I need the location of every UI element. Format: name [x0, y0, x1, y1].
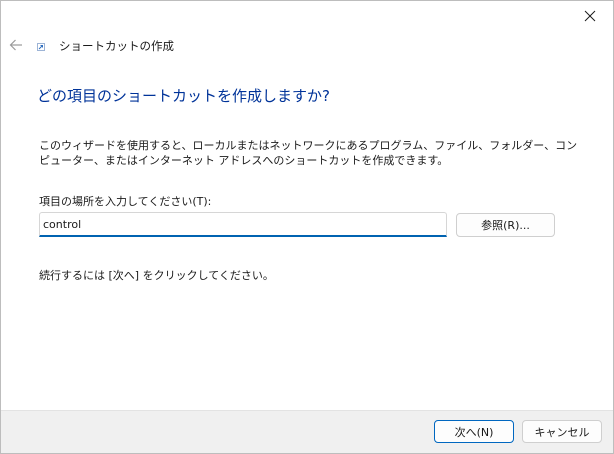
continue-instruction: 続行するには [次へ] をクリックしてください。 [39, 269, 274, 282]
shortcut-wizard-icon [37, 43, 45, 51]
location-field-label: 項目の場所を入力してください(T): [39, 195, 212, 208]
wizard-description: このウィザードを使用すると、ローカルまたはネットワークにあるプログラム、ファイル… [39, 139, 578, 167]
wizard-title: ショートカットの作成 [59, 39, 174, 53]
next-button[interactable]: 次へ(N) [434, 420, 514, 443]
back-button[interactable] [5, 34, 27, 56]
cancel-button[interactable]: キャンセル [522, 420, 602, 443]
close-icon [584, 10, 596, 22]
create-shortcut-window: ショートカットの作成 どの項目のショートカットを作成しますか? このウィザードを… [0, 0, 614, 454]
browse-button[interactable]: 参照(R)... [456, 213, 555, 237]
wizard-footer: 次へ(N) キャンセル [1, 410, 613, 453]
back-arrow-icon [9, 39, 22, 51]
close-button[interactable] [567, 1, 613, 31]
page-heading: どの項目のショートカットを作成しますか? [37, 87, 330, 105]
title-bar [1, 1, 613, 31]
location-input[interactable] [39, 212, 447, 237]
